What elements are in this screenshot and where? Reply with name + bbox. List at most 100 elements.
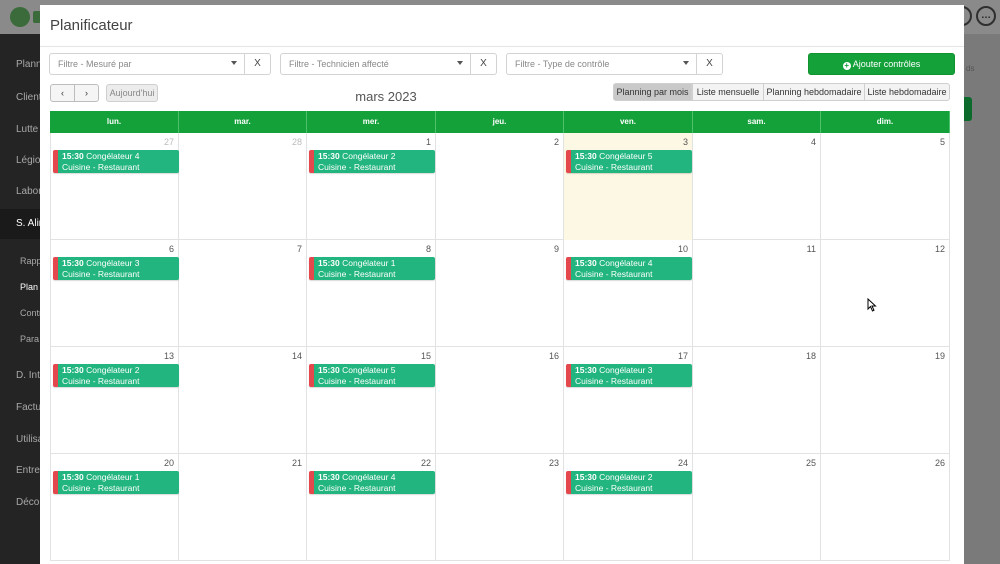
calendar-event[interactable]: 15:30 Congélateur 4 Cuisine - Restaurant (309, 471, 435, 494)
calendar-day-cell[interactable]: 16 (436, 347, 564, 454)
event-title: Congélateur 1 (86, 472, 140, 482)
filter-mesure-par: Filtre - Mesuré par X (49, 53, 271, 75)
calendar-event[interactable]: 15:30 Congélateur 2 Cuisine - Restaurant (53, 364, 179, 387)
calendar-event[interactable]: 15:30 Congélateur 1 Cuisine - Restaurant (309, 257, 435, 280)
today-button[interactable]: Aujourd'hui (106, 84, 158, 102)
calendar-day-cell[interactable]: 13 15:30 Congélateur 2 Cuisine - Restauran… (50, 347, 179, 454)
event-title: Congélateur 4 (342, 472, 396, 482)
event-location: Cuisine - Restaurant (318, 376, 396, 386)
chevron-right-icon: › (85, 88, 88, 98)
filter-technicien-clear-button[interactable]: X (471, 53, 497, 75)
view-liste-hebdomadaire[interactable]: Liste hebdomadaire (864, 83, 950, 101)
prev-month-button[interactable]: ‹ (50, 84, 75, 102)
chat-icon[interactable]: … (976, 6, 996, 26)
calendar-event[interactable]: 15:30 Congélateur 5 Cuisine - Restaurant (309, 364, 435, 387)
event-time: 15:30 (318, 472, 340, 482)
day-number: 4 (810, 137, 816, 147)
calendar-day-cell[interactable]: 25 (693, 454, 821, 561)
day-number: 14 (291, 351, 302, 361)
app-main-text: ds (966, 64, 975, 73)
calendar-day-cell[interactable]: 18 (693, 347, 821, 454)
calendar-day-cell[interactable]: 20 15:30 Congélateur 1 Cuisine - Restauran… (50, 454, 179, 561)
event-location: Cuisine - Restaurant (62, 269, 140, 279)
day-number: 28 (291, 137, 302, 147)
calendar-day-cell[interactable]: 28 (179, 133, 307, 240)
calendar-day-cell[interactable]: 1 15:30 Congélateur 2 Cuisine - Restaurant (307, 133, 436, 240)
calendar-day-cell[interactable]: 6 15:30 Congélateur 3 Cuisine - Restaurant (50, 240, 179, 347)
day-number: 27 (163, 137, 174, 147)
day-number: 5 (939, 137, 945, 147)
calendar-day-cell[interactable]: 23 (436, 454, 564, 561)
day-of-week-header: mar. (179, 111, 307, 133)
filter-mesure-par-clear-button[interactable]: X (245, 53, 271, 75)
event-time: 15:30 (62, 472, 84, 482)
calendar-week-row: 20 15:30 Congélateur 1 Cuisine - Restauran… (50, 454, 950, 561)
calendar-day-cell[interactable]: 26 (821, 454, 950, 561)
chevron-down-icon (231, 61, 237, 65)
sidebar-item-d-intervention[interactable]: D. Inte (16, 370, 40, 381)
calendar-event[interactable]: 15:30 Congélateur 3 Cuisine - Restaurant (566, 364, 692, 387)
sidebar-item-planning[interactable]: Planni (16, 59, 40, 70)
day-number: 22 (420, 458, 431, 468)
calendar-day-cell[interactable]: 12 (821, 240, 950, 347)
view-planning-hebdomadaire[interactable]: Planning hebdomadaire (763, 83, 865, 101)
day-number: 24 (677, 458, 688, 468)
day-number: 13 (163, 351, 174, 361)
sidebar-item-facturation[interactable]: Factu (16, 402, 40, 413)
sidebar-item-clients[interactable]: Client (16, 92, 40, 103)
event-time: 15:30 (318, 258, 340, 268)
sidebar-item-lutte[interactable]: Lutte (16, 124, 40, 135)
calendar-day-cell[interactable]: 11 (693, 240, 821, 347)
calendar-day-cell[interactable]: 14 (179, 347, 307, 454)
day-number: 20 (163, 458, 174, 468)
day-of-week-header: dim. (821, 111, 950, 133)
calendar-event[interactable]: 15:30 Congélateur 5 Cuisine - Restaurant (566, 150, 692, 173)
calendar-event[interactable]: 15:30 Congélateur 1 Cuisine - Restaurant (53, 471, 179, 494)
day-number: 1 (425, 137, 431, 147)
calendar-event[interactable]: 15:30 Congélateur 4 Cuisine - Restaurant (53, 150, 179, 173)
calendar-day-cell[interactable]: 17 15:30 Congélateur 3 Cuisine - Restauran… (564, 347, 693, 454)
sidebar-item-utilisateurs[interactable]: Utilisa (16, 434, 40, 445)
calendar-day-cell[interactable]: 7 (179, 240, 307, 347)
calendar-day-cell[interactable]: 5 (821, 133, 950, 240)
calendar-day-cell[interactable]: 19 (821, 347, 950, 454)
calendar-event[interactable]: 15:30 Congélateur 4 Cuisine - Restaurant (566, 257, 692, 280)
calendar-day-cell[interactable]: 22 15:30 Congélateur 4 Cuisine - Restauran… (307, 454, 436, 561)
next-month-button[interactable]: › (74, 84, 99, 102)
view-liste-mensuelle[interactable]: Liste mensuelle (692, 83, 764, 101)
calendar-day-cell[interactable]: 9 (436, 240, 564, 347)
view-planning-par-mois[interactable]: Planning par mois (613, 83, 692, 101)
filter-technicien-select[interactable]: Filtre - Technicien affecté (280, 53, 471, 75)
plus-circle-icon: + (842, 61, 851, 70)
calendar-event[interactable]: 15:30 Congélateur 2 Cuisine - Restaurant (566, 471, 692, 494)
calendar-day-cell[interactable]: 2 (436, 133, 564, 240)
calendar-event[interactable]: 15:30 Congélateur 2 Cuisine - Restaurant (309, 150, 435, 173)
calendar-day-cell[interactable]: 15 15:30 Congélateur 5 Cuisine - Restauran… (307, 347, 436, 454)
sidebar-item-laboratoire[interactable]: Labora (16, 186, 40, 197)
calendar-day-cell[interactable]: 3 15:30 Congélateur 5 Cuisine - Restaurant (564, 133, 693, 240)
filter-type-controle-select[interactable]: Filtre - Type de contrôle (506, 53, 697, 75)
filter-mesure-par-select[interactable]: Filtre - Mesuré par (49, 53, 245, 75)
calendar-event[interactable]: 15:30 Congélateur 3 Cuisine - Restaurant (53, 257, 179, 280)
day-number: 9 (553, 244, 559, 254)
calendar-day-cell[interactable]: 4 (693, 133, 821, 240)
days-of-week-header: lun. mar. mer. jeu. ven. sam. dim. (50, 111, 950, 133)
sidebar-item-entreprise[interactable]: Entrep (16, 465, 40, 476)
sidebar-item-legionelle[interactable]: Légion (16, 155, 40, 166)
calendar-day-cell[interactable]: 10 15:30 Congélateur 4 Cuisine - Restauran… (564, 240, 693, 347)
filter-type-controle-clear-button[interactable]: X (697, 53, 723, 75)
calendar-day-cell[interactable]: 27 15:30 Congélateur 4 Cuisine - Restauran… (50, 133, 179, 240)
day-number: 26 (934, 458, 945, 468)
calendar-week-row: 27 15:30 Congélateur 4 Cuisine - Restauran… (50, 133, 950, 240)
calendar-day-cell[interactable]: 8 15:30 Congélateur 1 Cuisine - Restaurant (307, 240, 436, 347)
day-number: 12 (934, 244, 945, 254)
add-controls-button[interactable]: + Ajouter contrôles (808, 53, 955, 75)
event-header: 15:30 Congélateur 4 (575, 258, 692, 269)
event-header: 15:30 Congélateur 5 (575, 151, 692, 162)
sidebar-item-deconnexion[interactable]: Déco (16, 497, 40, 508)
sidebar-item-securite-alimentaire[interactable]: S. Alim (16, 218, 40, 229)
calendar-day-cell[interactable]: 24 15:30 Congélateur 2 Cuisine - Restauran… (564, 454, 693, 561)
app-logo (10, 7, 30, 27)
app-main-button (964, 97, 972, 121)
calendar-day-cell[interactable]: 21 (179, 454, 307, 561)
